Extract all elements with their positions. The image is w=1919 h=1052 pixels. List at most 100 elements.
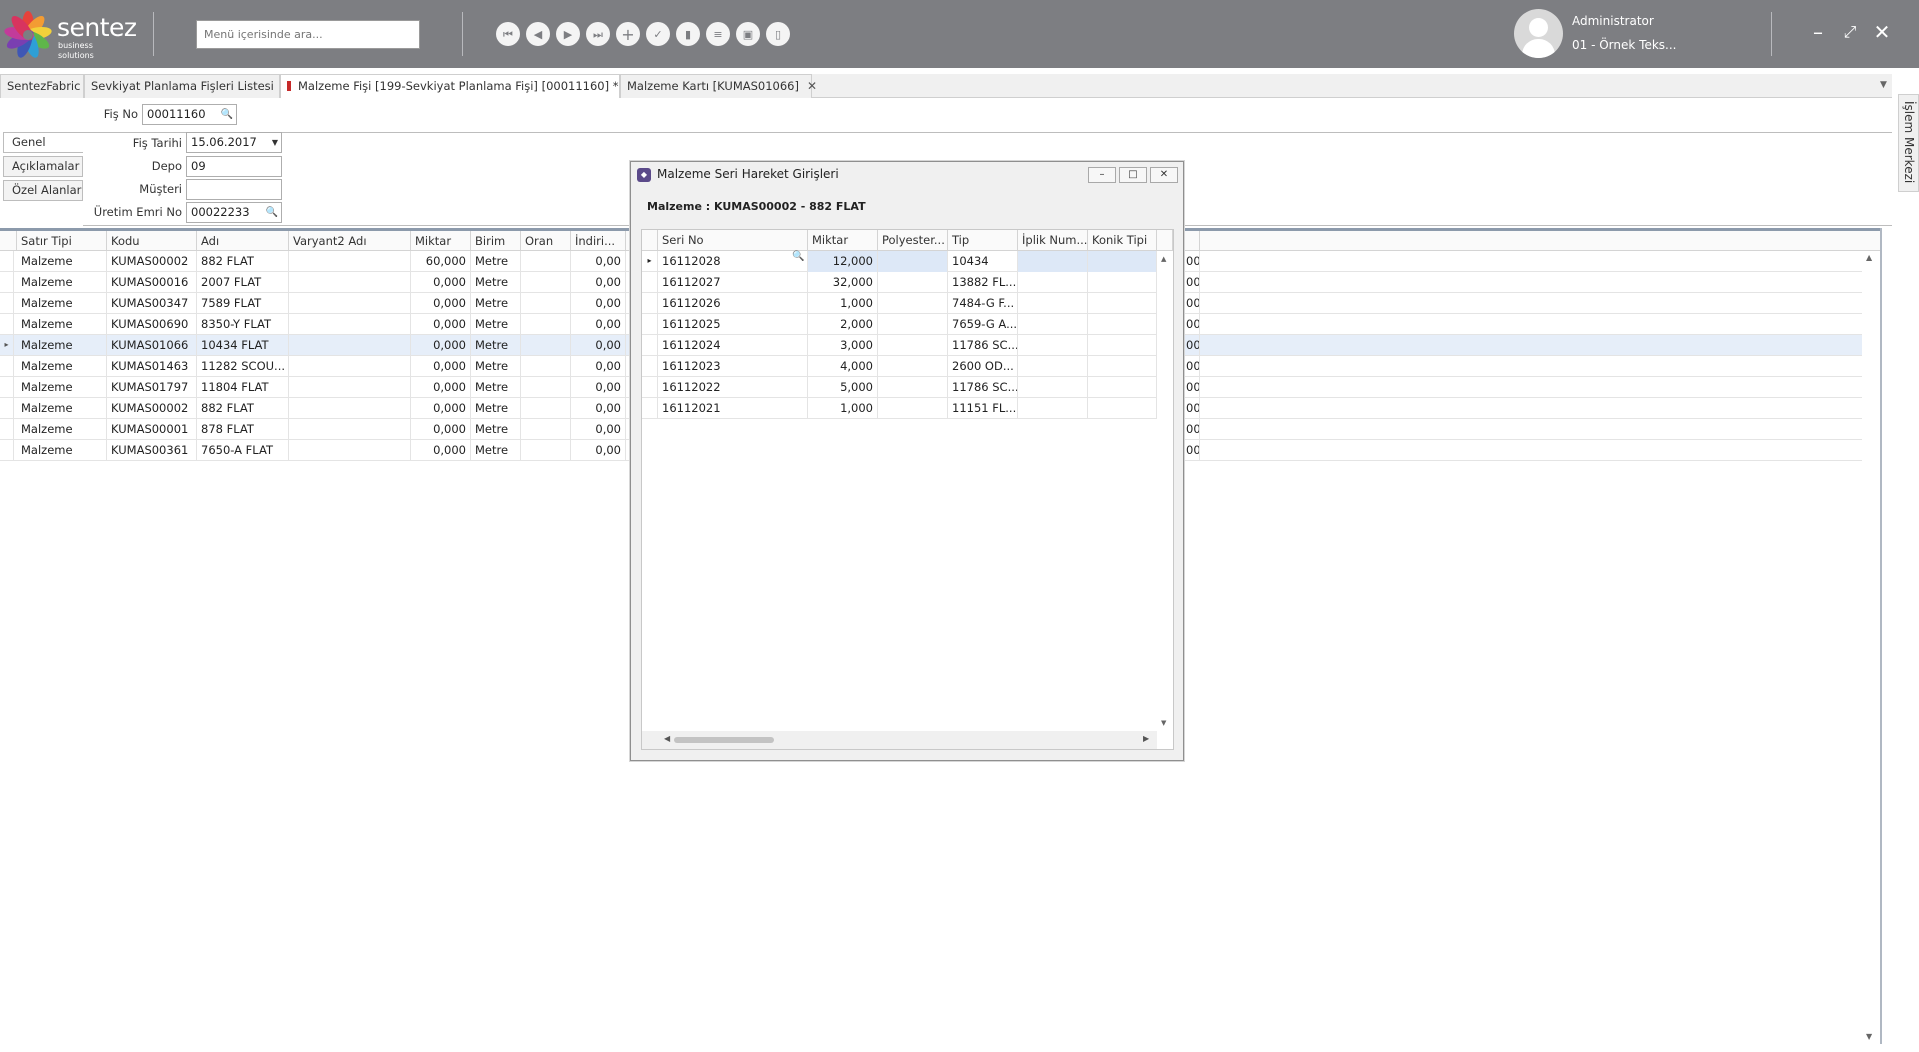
cell-polyester[interactable] — [878, 398, 948, 419]
cell-oran[interactable] — [521, 314, 571, 335]
cell-seri-no[interactable]: 16112028 — [658, 251, 808, 272]
cell-varyant2-adi[interactable] — [289, 335, 411, 356]
cell-tail[interactable]: 00 — [1184, 335, 1200, 356]
cell-iplik-num[interactable] — [1018, 356, 1088, 377]
close-tab-icon[interactable]: ✕ — [807, 79, 817, 93]
column-header-tip[interactable]: Tip — [948, 230, 1018, 251]
grid-vertical-scrollbar[interactable]: ▲ ▼ — [1862, 251, 1878, 1043]
cell-varyant2-adi[interactable] — [289, 314, 411, 335]
cell-adi[interactable]: 7650-A FLAT — [197, 440, 289, 461]
tab-list-dropdown-icon[interactable]: ▼ — [1880, 80, 1887, 90]
dialog-horizontal-scrollbar[interactable]: ◀ ▶ — [642, 731, 1157, 749]
cell-seri-no[interactable]: 16112025 — [658, 314, 808, 335]
cell-miktar[interactable]: 4,000 — [808, 356, 878, 377]
column-header-satir-tipi[interactable]: Satır Tipi — [17, 231, 107, 251]
row-indicator[interactable] — [0, 251, 14, 272]
search-icon[interactable]: 🔍 — [221, 105, 233, 124]
cell-adi[interactable]: 882 FLAT — [197, 398, 289, 419]
cell-polyester[interactable] — [878, 272, 948, 293]
cell-miktar[interactable]: 60,000 — [411, 251, 471, 272]
cell-satir-tipi[interactable]: Malzeme — [17, 419, 107, 440]
tab-malzeme-fisi[interactable]: Malzeme Fişi [199-Sevkiyat Planlama Fişi… — [280, 74, 637, 99]
cell-satir-tipi[interactable]: Malzeme — [17, 293, 107, 314]
cell-kodu[interactable]: KUMAS01463 — [107, 356, 197, 377]
first-record-icon[interactable]: ⏮ — [496, 22, 520, 46]
cell-kodu[interactable]: KUMAS00001 — [107, 419, 197, 440]
cell-tail[interactable]: 00 — [1184, 440, 1200, 461]
cell-indirim[interactable]: 0,00 — [571, 419, 626, 440]
cell-seri-no[interactable]: 16112021 — [658, 398, 808, 419]
dialog-maximize-button[interactable]: □ — [1119, 167, 1147, 183]
cell-adi[interactable]: 11804 FLAT — [197, 377, 289, 398]
cell-oran[interactable] — [521, 251, 571, 272]
cell-varyant2-adi[interactable] — [289, 419, 411, 440]
cell-tip[interactable]: 11786 SC... — [948, 335, 1018, 356]
cell-miktar[interactable]: 1,000 — [808, 293, 878, 314]
cell-iplik-num[interactable] — [1018, 293, 1088, 314]
cell-konik-tipi[interactable] — [1088, 377, 1157, 398]
cell-polyester[interactable] — [878, 335, 948, 356]
cell-seri-no[interactable]: 16112022 — [658, 377, 808, 398]
cell-adi[interactable]: 878 FLAT — [197, 419, 289, 440]
column-header-adi[interactable]: Adı — [197, 231, 289, 251]
scroll-down-icon[interactable]: ▼ — [1161, 719, 1166, 727]
cell-birim[interactable]: Metre — [471, 251, 521, 272]
list-icon[interactable]: ≡ — [706, 22, 730, 46]
cell-kodu[interactable]: KUMAS00002 — [107, 398, 197, 419]
cell-kodu[interactable]: KUMAS01066 — [107, 335, 197, 356]
cell-konik-tipi[interactable] — [1088, 314, 1157, 335]
row-indicator[interactable] — [642, 272, 658, 293]
cell-adi[interactable]: 7589 FLAT — [197, 293, 289, 314]
cell-tip[interactable]: 11786 SC... — [948, 377, 1018, 398]
previous-record-icon[interactable]: ◀ — [526, 22, 550, 46]
cell-miktar[interactable]: 12,000 — [808, 251, 878, 272]
cell-birim[interactable]: Metre — [471, 335, 521, 356]
cell-iplik-num[interactable] — [1018, 377, 1088, 398]
table-row[interactable]: 16112024 3,000 11786 SC... — [642, 335, 1157, 356]
cell-seri-no[interactable]: 16112023 — [658, 356, 808, 377]
last-record-icon[interactable]: ⏭ — [586, 22, 610, 46]
row-indicator[interactable] — [642, 398, 658, 419]
islem-merkezi-panel[interactable]: İşlem Merkezi — [1898, 94, 1919, 192]
cell-varyant2-adi[interactable] — [289, 356, 411, 377]
cell-oran[interactable] — [521, 398, 571, 419]
cell-konik-tipi[interactable] — [1088, 398, 1157, 419]
table-row[interactable]: 16112027 32,000 13882 FL... — [642, 272, 1157, 293]
cell-konik-tipi[interactable] — [1088, 293, 1157, 314]
tab-aciklamalar[interactable]: Açıklamalar — [3, 156, 83, 177]
column-header-kodu[interactable]: Kodu — [107, 231, 197, 251]
cell-birim[interactable]: Metre — [471, 314, 521, 335]
cell-varyant2-adi[interactable] — [289, 440, 411, 461]
column-header-polyester[interactable]: Polyester... — [878, 230, 948, 251]
row-indicator[interactable] — [0, 293, 14, 314]
cell-indirim[interactable]: 0,00 — [571, 377, 626, 398]
cell-satir-tipi[interactable]: Malzeme — [17, 314, 107, 335]
row-indicator[interactable] — [0, 377, 14, 398]
cell-miktar[interactable]: 0,000 — [411, 419, 471, 440]
dialog-title-bar[interactable]: ◆ Malzeme Seri Hareket Girişleri – □ ✕ — [631, 162, 1183, 188]
cell-miktar[interactable]: 3,000 — [808, 335, 878, 356]
cell-varyant2-adi[interactable] — [289, 398, 411, 419]
cell-oran[interactable] — [521, 356, 571, 377]
cell-indirim[interactable]: 0,00 — [571, 398, 626, 419]
column-header-indirim[interactable]: İndiri... — [571, 231, 626, 251]
row-indicator[interactable] — [0, 314, 14, 335]
cell-tail[interactable]: 00 — [1184, 314, 1200, 335]
cell-konik-tipi[interactable] — [1088, 356, 1157, 377]
cell-miktar[interactable]: 5,000 — [808, 377, 878, 398]
add-icon[interactable]: + — [616, 22, 640, 46]
cell-satir-tipi[interactable]: Malzeme — [17, 251, 107, 272]
cell-birim[interactable]: Metre — [471, 398, 521, 419]
row-indicator[interactable] — [642, 335, 658, 356]
cell-tip[interactable]: 7484-G F... — [948, 293, 1018, 314]
approve-icon[interactable]: ✓ — [646, 22, 670, 46]
delete-icon[interactable]: ▮ — [676, 22, 700, 46]
cell-tail[interactable]: 00 — [1184, 377, 1200, 398]
table-row[interactable]: ▸ 16112028 🔍 12,000 10434 — [642, 251, 1157, 272]
cell-tail[interactable]: 00 — [1184, 356, 1200, 377]
cell-miktar[interactable]: 0,000 — [411, 440, 471, 461]
column-header-seri-no[interactable]: Seri No — [658, 230, 808, 251]
menu-search-input[interactable] — [196, 20, 420, 49]
cell-oran[interactable] — [521, 440, 571, 461]
row-indicator[interactable] — [642, 314, 658, 335]
